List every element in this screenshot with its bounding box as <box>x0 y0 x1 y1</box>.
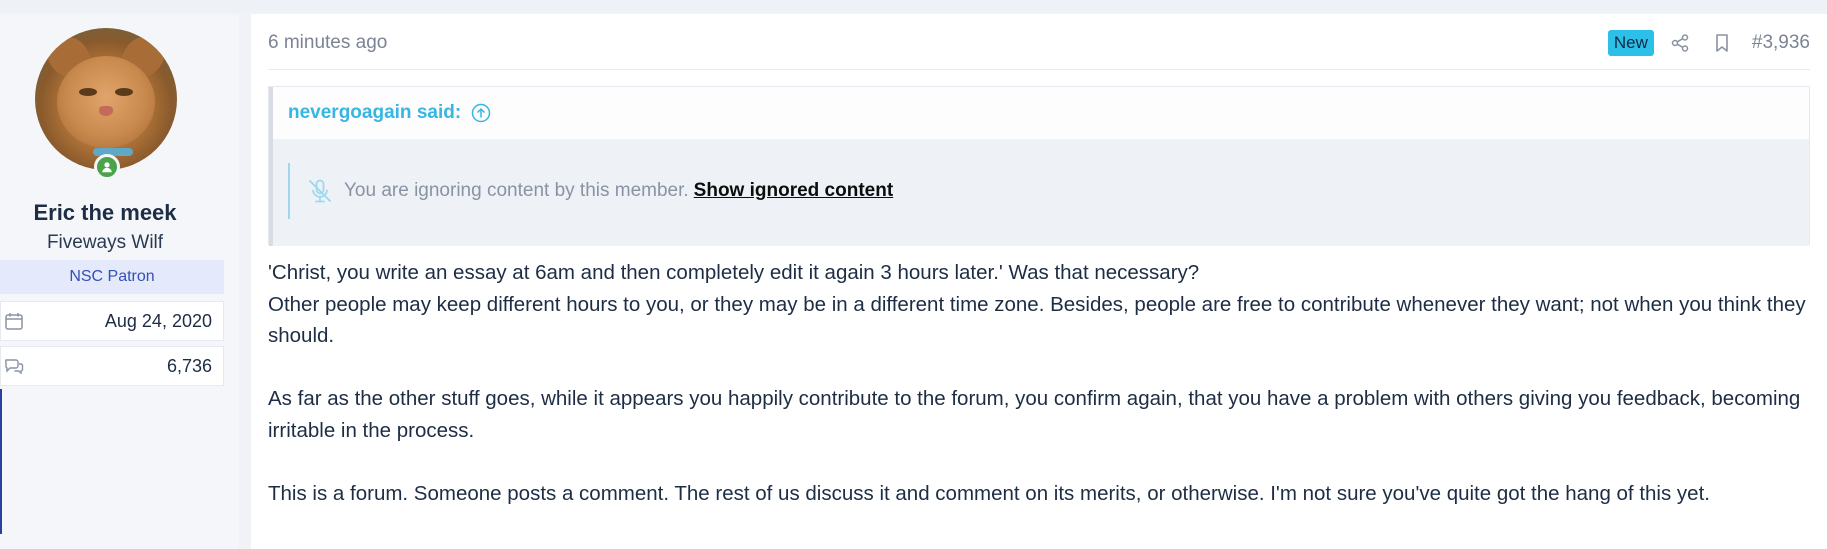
avatar[interactable] <box>35 28 177 170</box>
online-status-icon <box>94 154 120 180</box>
share-icon <box>1671 34 1689 52</box>
message-paragraph: Other people may keep different hours to… <box>268 292 1806 348</box>
joined-stat: Aug 24, 2020 <box>0 301 224 341</box>
message-count: 6,736 <box>166 355 212 376</box>
user-status-icon <box>102 162 112 173</box>
avatar-face <box>57 56 155 148</box>
quote-header: nevergoagain said: <box>269 87 1809 139</box>
bookmark-icon <box>1716 34 1728 52</box>
quote-body: You are ignoring content by this member.… <box>269 139 1809 246</box>
post: 6 minutes ago New #3,936 nevergoagain sa… <box>251 14 1827 549</box>
user-title: Fiveways Wilf <box>46 232 164 253</box>
user-sidebar: Eric the meek Fiveways Wilf NSC Patron A… <box>0 14 239 549</box>
message-line: 'Christ, you write an essay at 6am and t… <box>268 261 1200 284</box>
message-paragraph: As far as the other stuff goes, while it… <box>268 387 1801 442</box>
user-banner: NSC Patron <box>0 260 224 294</box>
share-button[interactable] <box>1668 31 1692 55</box>
post-number[interactable]: #3,936 <box>1752 32 1810 54</box>
post-time[interactable]: 6 minutes ago <box>268 32 387 54</box>
avatar-eye-left <box>79 88 97 96</box>
message-paragraph: This is a forum. Someone posts a comment… <box>268 481 1710 505</box>
avatar-nose <box>99 106 113 116</box>
message-body: 'Christ, you write an essay at 6am and t… <box>268 257 1813 509</box>
quote-author[interactable]: nevergoagain said: <box>288 102 461 124</box>
ignored-notice: You are ignoring content by this member.… <box>288 163 893 219</box>
calendar-icon <box>5 313 23 330</box>
scroll-indicator <box>0 389 2 534</box>
messages-icon <box>5 359 24 375</box>
new-badge: New <box>1607 30 1654 56</box>
microphone-slash-icon <box>308 179 332 203</box>
post-header: 6 minutes ago New #3,936 <box>268 14 1810 70</box>
arrow-up-circle-icon[interactable] <box>471 103 491 123</box>
quote-block: nevergoagain said: You are ignoring cont… <box>268 86 1810 246</box>
show-ignored-content-link[interactable]: Show ignored content <box>694 180 894 202</box>
avatar-wrap[interactable] <box>35 28 177 180</box>
bookmark-button[interactable] <box>1710 31 1734 55</box>
username[interactable]: Eric the meek <box>0 200 210 226</box>
ignored-text: You are ignoring content by this member. <box>344 180 689 201</box>
post-actions: New #3,936 <box>1607 28 1810 58</box>
joined-date: Aug 24, 2020 <box>104 310 212 331</box>
top-strip <box>0 0 1827 12</box>
messages-stat: 6,736 <box>0 346 224 386</box>
avatar-eye-right <box>115 88 133 96</box>
